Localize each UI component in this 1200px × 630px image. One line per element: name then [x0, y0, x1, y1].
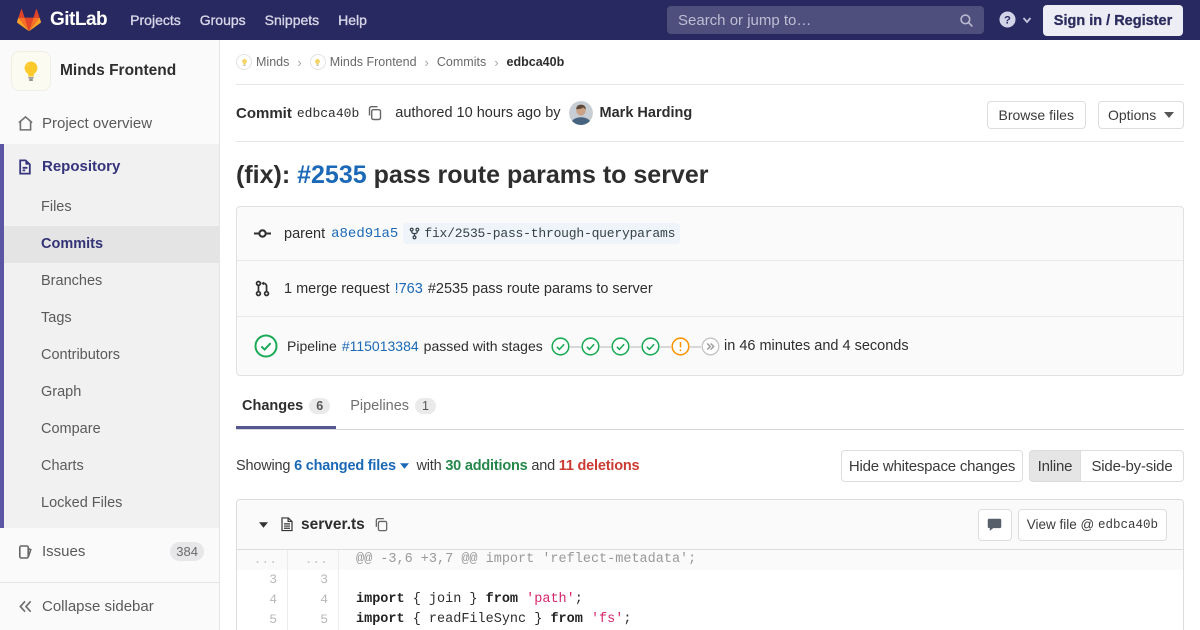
svg-text:?: ? — [1004, 14, 1011, 26]
